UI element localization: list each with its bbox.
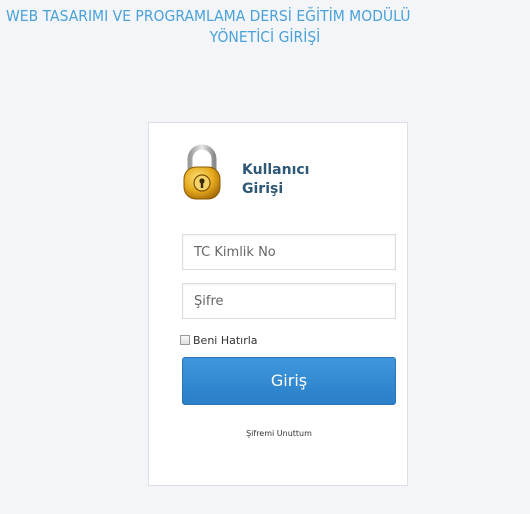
page-title-line2: YÖNETİCİ GİRİŞİ — [209, 28, 321, 46]
padlock-icon — [183, 144, 221, 200]
remember-label: Beni Hatırla — [193, 333, 258, 347]
password-input[interactable] — [182, 283, 396, 319]
login-heading-line2: Girişi — [242, 181, 284, 197]
forgot-password-link[interactable]: Şifremi Unuttum — [149, 429, 409, 438]
page-title: WEB TASARIMI VE PROGRAMLAMA DERSİ EĞİTİM… — [0, 6, 530, 48]
login-heading: Kullanıcı Girişi — [242, 161, 362, 199]
tc-kimlik-input[interactable] — [182, 234, 396, 270]
page-title-line1: WEB TASARIMI VE PROGRAMLAMA DERSİ EĞİTİM… — [6, 7, 411, 25]
login-button[interactable]: Giriş — [182, 357, 396, 405]
remember-checkbox[interactable] — [180, 335, 190, 345]
login-card: Kullanıcı Girişi Beni Hatırla Giriş Şifr… — [148, 122, 408, 486]
login-heading-line1: Kullanıcı — [242, 162, 310, 178]
remember-me[interactable]: Beni Hatırla — [180, 332, 258, 348]
